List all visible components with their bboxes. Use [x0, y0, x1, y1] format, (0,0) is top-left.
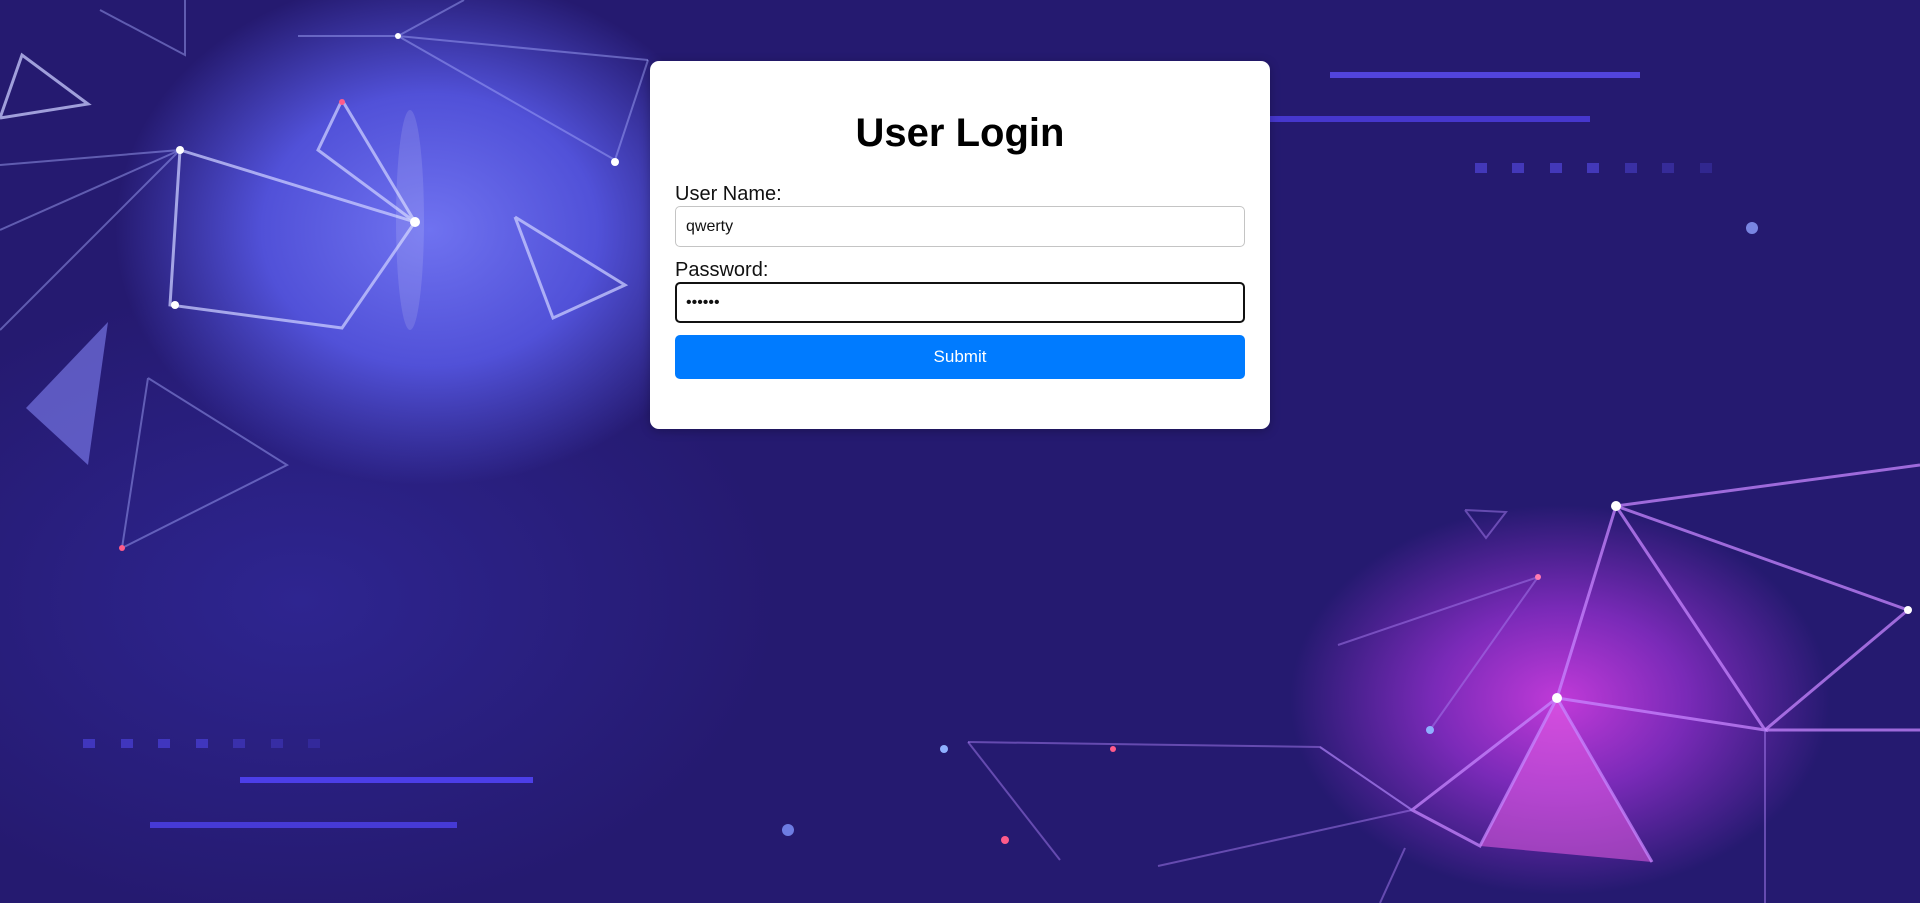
login-page: User Login User Name: Password: Submit	[0, 0, 1920, 903]
login-card: User Login User Name: Password: Submit	[650, 61, 1270, 429]
login-title: User Login	[855, 111, 1065, 155]
username-label: User Name:	[675, 183, 782, 205]
username-input[interactable]	[675, 206, 1245, 247]
submit-button[interactable]: Submit	[675, 335, 1245, 379]
password-input[interactable]	[675, 282, 1245, 323]
password-label: Password:	[675, 259, 769, 281]
